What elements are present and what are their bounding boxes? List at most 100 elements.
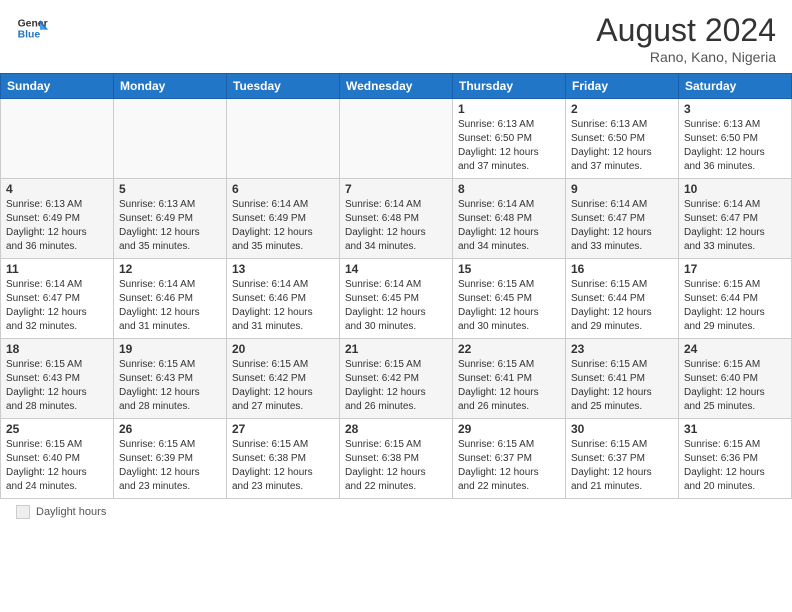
day-info: Sunrise: 6:13 AM Sunset: 6:50 PM Dayligh… xyxy=(458,118,560,174)
day-number: 16 xyxy=(571,262,673,276)
day-info: Sunrise: 6:14 AM Sunset: 6:46 PM Dayligh… xyxy=(119,278,221,334)
calendar-day-cell: 12Sunrise: 6:14 AM Sunset: 6:46 PM Dayli… xyxy=(114,259,227,339)
day-number: 30 xyxy=(571,422,673,436)
calendar-header-row: SundayMondayTuesdayWednesdayThursdayFrid… xyxy=(1,74,792,99)
day-number: 21 xyxy=(345,342,447,356)
day-number: 24 xyxy=(684,342,786,356)
calendar-day-cell: 1 Sunrise: 6:13 AM Sunset: 6:50 PM Daylig… xyxy=(453,99,566,179)
day-info: Sunrise: 6:15 AM Sunset: 6:44 PM Dayligh… xyxy=(571,278,673,334)
logo: General Blue xyxy=(16,12,48,44)
calendar-day-header: Saturday xyxy=(679,74,792,99)
footer: Daylight hours xyxy=(0,499,792,525)
day-number: 1 xyxy=(458,102,560,116)
calendar-week-row: 1 Sunrise: 6:13 AM Sunset: 6:50 PM Daylig… xyxy=(1,99,792,179)
calendar-day-cell: 28 Sunrise: 6:15 AM Sunset: 6:38 PM Dayli… xyxy=(340,419,453,499)
day-info: Sunrise: 6:15 AM Sunset: 6:43 PM Dayligh… xyxy=(119,358,221,414)
day-info: Sunrise: 6:15 AM Sunset: 6:38 PM Dayligh… xyxy=(345,438,447,494)
day-number: 31 xyxy=(684,422,786,436)
day-info: Sunrise: 6:14 AM Sunset: 6:49 PM Dayligh… xyxy=(232,198,334,254)
day-number: 5 xyxy=(119,182,221,196)
calendar-day-cell: 11Sunrise: 6:14 AM Sunset: 6:47 PM Dayli… xyxy=(1,259,114,339)
calendar-day-cell: 13 Sunrise: 6:14 AM Sunset: 6:46 PM Dayli… xyxy=(227,259,340,339)
day-number: 8 xyxy=(458,182,560,196)
day-number: 28 xyxy=(345,422,447,436)
calendar-day-cell: 3Sunrise: 6:13 AM Sunset: 6:50 PM Daylig… xyxy=(679,99,792,179)
day-info: Sunrise: 6:13 AM Sunset: 6:49 PM Dayligh… xyxy=(119,198,221,254)
day-number: 20 xyxy=(232,342,334,356)
calendar-day-cell: 10 Sunrise: 6:14 AM Sunset: 6:47 PM Dayli… xyxy=(679,179,792,259)
day-info: Sunrise: 6:15 AM Sunset: 6:37 PM Dayligh… xyxy=(458,438,560,494)
day-number: 10 xyxy=(684,182,786,196)
calendar-day-cell: 24Sunrise: 6:15 AM Sunset: 6:40 PM Dayli… xyxy=(679,339,792,419)
day-number: 6 xyxy=(232,182,334,196)
day-info: Sunrise: 6:14 AM Sunset: 6:45 PM Dayligh… xyxy=(345,278,447,334)
day-number: 26 xyxy=(119,422,221,436)
day-info: Sunrise: 6:15 AM Sunset: 6:38 PM Dayligh… xyxy=(232,438,334,494)
calendar-day-cell: 31 Sunrise: 6:15 AM Sunset: 6:36 PM Dayli… xyxy=(679,419,792,499)
calendar-day-cell: 20 Sunrise: 6:15 AM Sunset: 6:42 PM Dayli… xyxy=(227,339,340,419)
day-info: Sunrise: 6:15 AM Sunset: 6:44 PM Dayligh… xyxy=(684,278,786,334)
day-number: 9 xyxy=(571,182,673,196)
calendar-day-cell xyxy=(1,99,114,179)
day-info: Sunrise: 6:14 AM Sunset: 6:47 PM Dayligh… xyxy=(571,198,673,254)
calendar-day-cell: 7 Sunrise: 6:14 AM Sunset: 6:48 PM Daylig… xyxy=(340,179,453,259)
day-number: 15 xyxy=(458,262,560,276)
day-number: 4 xyxy=(6,182,108,196)
calendar-day-header: Friday xyxy=(566,74,679,99)
day-info: Sunrise: 6:14 AM Sunset: 6:46 PM Dayligh… xyxy=(232,278,334,334)
day-number: 22 xyxy=(458,342,560,356)
day-number: 25 xyxy=(6,422,108,436)
day-info: Sunrise: 6:15 AM Sunset: 6:43 PM Dayligh… xyxy=(6,358,108,414)
calendar-day-cell: 5 Sunrise: 6:13 AM Sunset: 6:49 PM Daylig… xyxy=(114,179,227,259)
calendar-day-header: Wednesday xyxy=(340,74,453,99)
day-info: Sunrise: 6:15 AM Sunset: 6:41 PM Dayligh… xyxy=(571,358,673,414)
day-number: 11 xyxy=(6,262,108,276)
calendar-day-cell: 21 Sunrise: 6:15 AM Sunset: 6:42 PM Dayli… xyxy=(340,339,453,419)
calendar-day-cell: 30Sunrise: 6:15 AM Sunset: 6:37 PM Dayli… xyxy=(566,419,679,499)
calendar-day-cell: 8 Sunrise: 6:14 AM Sunset: 6:48 PM Daylig… xyxy=(453,179,566,259)
calendar-day-cell: 14Sunrise: 6:14 AM Sunset: 6:45 PM Dayli… xyxy=(340,259,453,339)
calendar-day-cell: 6 Sunrise: 6:14 AM Sunset: 6:49 PM Daylig… xyxy=(227,179,340,259)
calendar-day-cell: 9 Sunrise: 6:14 AM Sunset: 6:47 PM Daylig… xyxy=(566,179,679,259)
day-info: Sunrise: 6:13 AM Sunset: 6:50 PM Dayligh… xyxy=(684,118,786,174)
title-block: August 2024 Rano, Kano, Nigeria xyxy=(596,12,776,65)
calendar-week-row: 11Sunrise: 6:14 AM Sunset: 6:47 PM Dayli… xyxy=(1,259,792,339)
calendar-day-cell xyxy=(114,99,227,179)
calendar-day-cell: 29 Sunrise: 6:15 AM Sunset: 6:37 PM Dayli… xyxy=(453,419,566,499)
svg-text:Blue: Blue xyxy=(18,30,41,41)
day-number: 19 xyxy=(119,342,221,356)
calendar: SundayMondayTuesdayWednesdayThursdayFrid… xyxy=(0,73,792,499)
calendar-day-cell: 17 Sunrise: 6:15 AM Sunset: 6:44 PM Dayli… xyxy=(679,259,792,339)
day-info: Sunrise: 6:15 AM Sunset: 6:42 PM Dayligh… xyxy=(345,358,447,414)
calendar-day-header: Thursday xyxy=(453,74,566,99)
calendar-day-cell: 16 Sunrise: 6:15 AM Sunset: 6:44 PM Dayli… xyxy=(566,259,679,339)
day-number: 7 xyxy=(345,182,447,196)
day-info: Sunrise: 6:15 AM Sunset: 6:42 PM Dayligh… xyxy=(232,358,334,414)
day-info: Sunrise: 6:14 AM Sunset: 6:47 PM Dayligh… xyxy=(684,198,786,254)
day-number: 23 xyxy=(571,342,673,356)
calendar-day-cell xyxy=(227,99,340,179)
day-number: 13 xyxy=(232,262,334,276)
day-number: 17 xyxy=(684,262,786,276)
calendar-day-cell xyxy=(340,99,453,179)
day-info: Sunrise: 6:15 AM Sunset: 6:41 PM Dayligh… xyxy=(458,358,560,414)
day-info: Sunrise: 6:15 AM Sunset: 6:36 PM Dayligh… xyxy=(684,438,786,494)
day-number: 29 xyxy=(458,422,560,436)
day-info: Sunrise: 6:15 AM Sunset: 6:45 PM Dayligh… xyxy=(458,278,560,334)
calendar-day-cell: 26Sunrise: 6:15 AM Sunset: 6:39 PM Dayli… xyxy=(114,419,227,499)
day-info: Sunrise: 6:13 AM Sunset: 6:49 PM Dayligh… xyxy=(6,198,108,254)
daylight-box xyxy=(16,505,30,519)
calendar-week-row: 18 Sunrise: 6:15 AM Sunset: 6:43 PM Dayli… xyxy=(1,339,792,419)
calendar-day-header: Sunday xyxy=(1,74,114,99)
location: Rano, Kano, Nigeria xyxy=(596,49,776,65)
calendar-day-cell: 15 Sunrise: 6:15 AM Sunset: 6:45 PM Dayli… xyxy=(453,259,566,339)
calendar-day-cell: 25 Sunrise: 6:15 AM Sunset: 6:40 PM Dayli… xyxy=(1,419,114,499)
day-number: 2 xyxy=(571,102,673,116)
day-info: Sunrise: 6:15 AM Sunset: 6:40 PM Dayligh… xyxy=(6,438,108,494)
calendar-day-cell: 22 Sunrise: 6:15 AM Sunset: 6:41 PM Dayli… xyxy=(453,339,566,419)
day-info: Sunrise: 6:14 AM Sunset: 6:48 PM Dayligh… xyxy=(458,198,560,254)
day-info: Sunrise: 6:14 AM Sunset: 6:48 PM Dayligh… xyxy=(345,198,447,254)
calendar-week-row: 25 Sunrise: 6:15 AM Sunset: 6:40 PM Dayli… xyxy=(1,419,792,499)
calendar-day-cell: 18 Sunrise: 6:15 AM Sunset: 6:43 PM Dayli… xyxy=(1,339,114,419)
day-number: 18 xyxy=(6,342,108,356)
